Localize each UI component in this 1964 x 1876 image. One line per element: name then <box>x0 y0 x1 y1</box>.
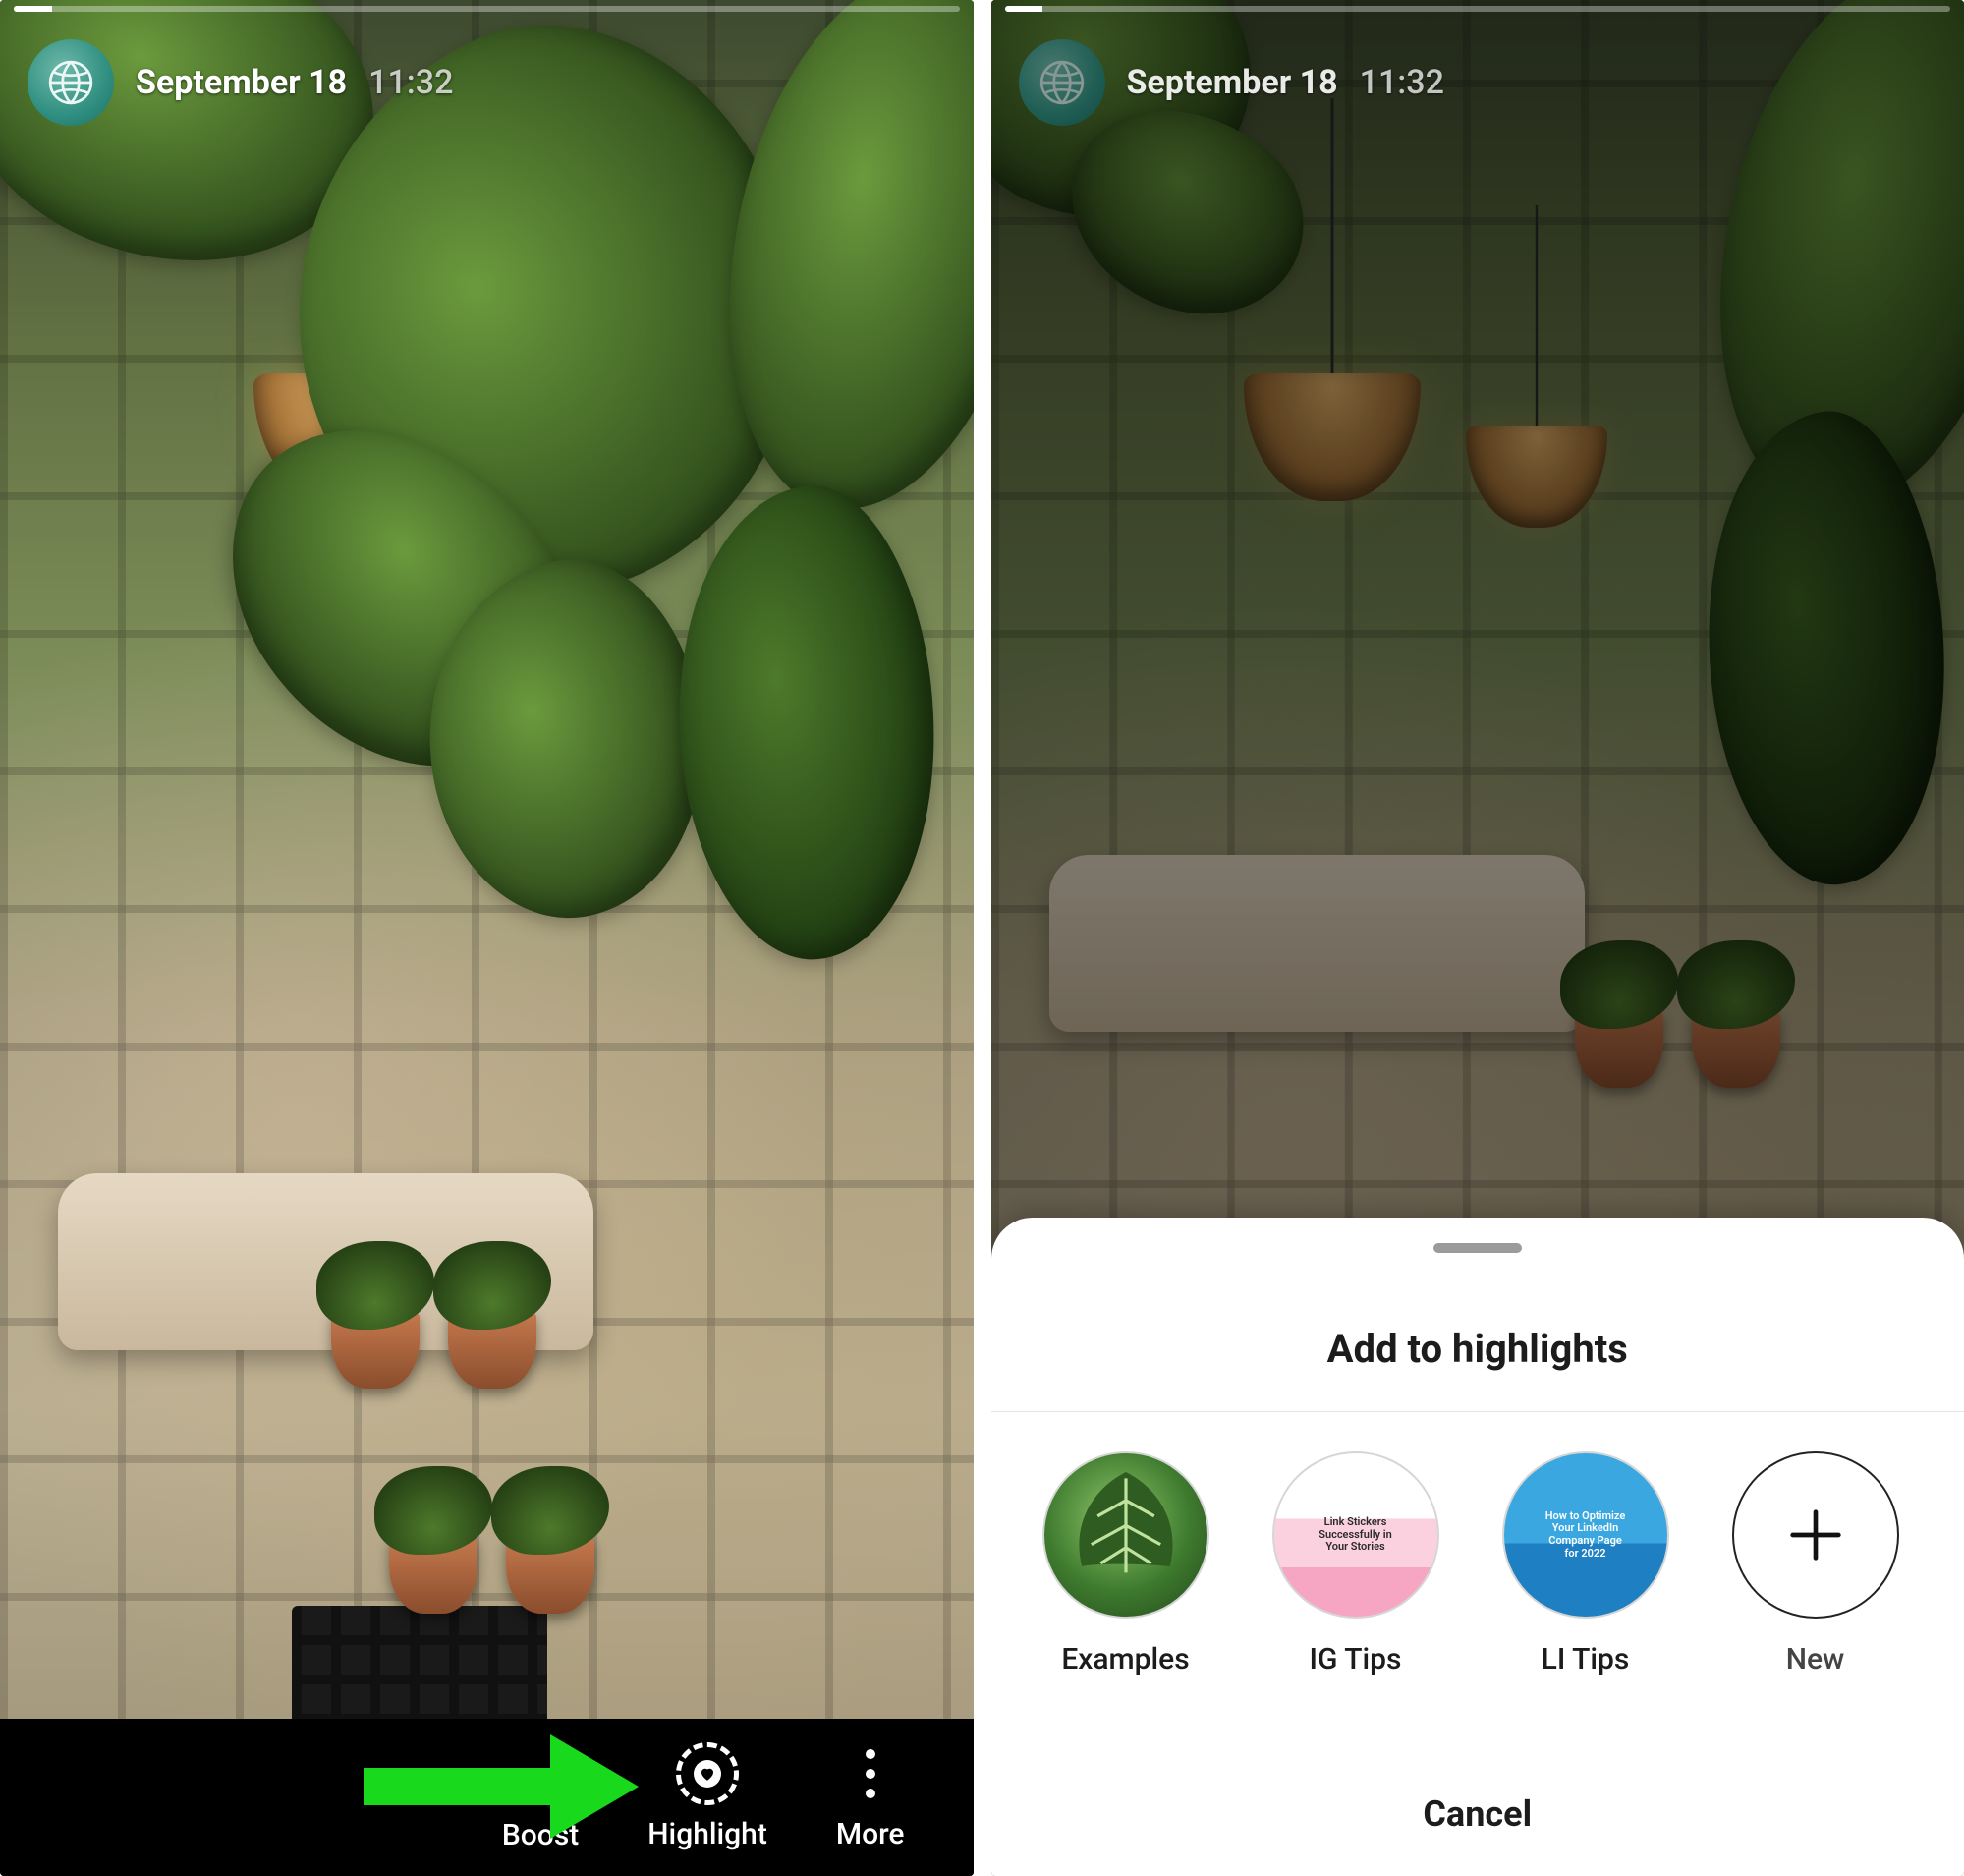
highlight-thumb: Link StickersSuccessfully inYour Stories <box>1272 1451 1439 1619</box>
highlight-label: Examples <box>1061 1642 1189 1677</box>
heart-icon <box>699 1765 716 1783</box>
sheet-title: Add to highlights <box>1327 1326 1628 1372</box>
leaf-icon <box>1047 1456 1205 1614</box>
story-time: 11:32 <box>1360 63 1444 102</box>
new-highlight-button <box>1732 1451 1899 1619</box>
story-photo[interactable] <box>0 0 974 1876</box>
story-date: September 18 <box>136 63 347 102</box>
highlight-option-examples[interactable]: Examples <box>1042 1451 1209 1677</box>
story-date: September 18 <box>1127 63 1338 102</box>
highlight-thumb: How to OptimizeYour LinkedInCompany Page… <box>1502 1451 1669 1619</box>
leaf-globe-icon <box>46 58 95 107</box>
boost-label: Boost <box>502 1818 579 1852</box>
story-time: 11:32 <box>368 63 453 102</box>
story-viewer-left: September 18 11:32 Boost <box>0 0 974 1876</box>
highlight-option-li-tips[interactable]: How to OptimizeYour LinkedInCompany Page… <box>1502 1451 1669 1677</box>
story-progress-bar <box>1005 6 1951 12</box>
more-label: More <box>836 1817 905 1851</box>
highlight-icon <box>676 1742 739 1805</box>
sheet-grabber[interactable] <box>1433 1243 1522 1253</box>
boost-button[interactable]: Boost <box>502 1719 579 1876</box>
add-to-highlights-sheet: Add to highlights Examples Link Stickers… <box>991 1218 1964 1876</box>
divider <box>991 1411 1964 1412</box>
highlight-label: LI Tips <box>1542 1642 1630 1677</box>
highlight-option-new[interactable]: New <box>1732 1451 1899 1677</box>
highlight-thumb <box>1042 1451 1209 1619</box>
story-header: September 18 11:32 <box>28 39 453 126</box>
screenshots-container: September 18 11:32 Boost <box>0 0 1964 1876</box>
story-progress-bar <box>14 6 960 12</box>
plus-icon <box>1781 1501 1850 1569</box>
profile-avatar[interactable] <box>1019 39 1105 126</box>
highlight-label: IG Tips <box>1310 1642 1402 1677</box>
highlight-option-ig-tips[interactable]: Link StickersSuccessfully inYour Stories… <box>1272 1451 1439 1677</box>
story-header: September 18 11:32 <box>1019 39 1444 126</box>
more-icon <box>866 1749 875 1798</box>
highlights-row: Examples Link StickersSuccessfully inYou… <box>991 1451 1964 1677</box>
highlight-label: Highlight <box>647 1817 767 1851</box>
leaf-globe-icon <box>1038 58 1087 107</box>
highlight-button[interactable]: Highlight <box>647 1744 767 1851</box>
profile-avatar[interactable] <box>28 39 114 126</box>
cancel-button[interactable]: Cancel <box>991 1746 1964 1876</box>
story-viewer-right: September 18 11:32 Add to highlights Exa… <box>991 0 1964 1876</box>
new-label: New <box>1786 1642 1845 1677</box>
more-button[interactable]: More <box>836 1744 905 1851</box>
story-bottom-bar: Boost Highlight <box>0 1719 974 1876</box>
